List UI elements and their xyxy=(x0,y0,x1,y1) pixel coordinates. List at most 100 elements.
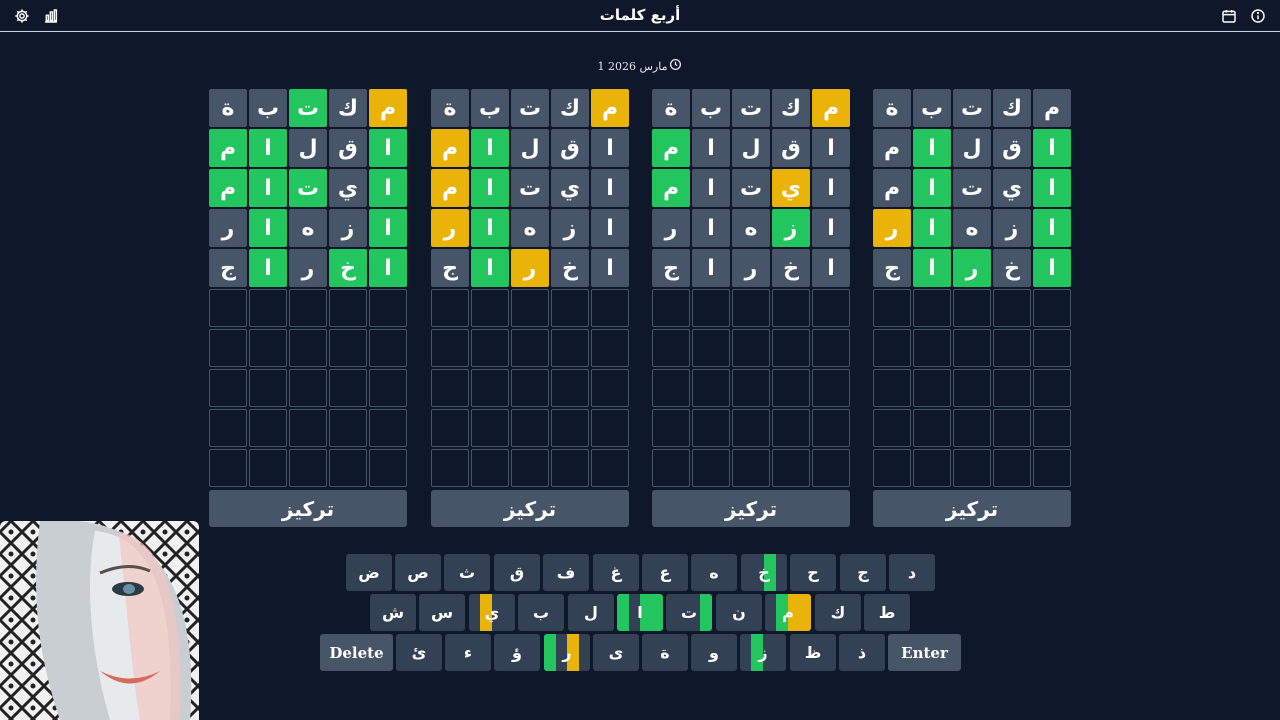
letter-key[interactable]: ط xyxy=(864,594,910,631)
letter-key[interactable]: ي xyxy=(469,594,515,631)
focus-button[interactable]: تركيز xyxy=(873,490,1071,527)
empty-tile xyxy=(913,409,951,447)
letter-key[interactable]: ع xyxy=(642,554,688,591)
guess-tile: ر xyxy=(431,209,469,247)
letter-key[interactable]: ز xyxy=(740,634,786,671)
guess-tile: ز xyxy=(993,209,1031,247)
letter-key[interactable]: ة xyxy=(642,634,688,671)
letter-key[interactable]: د xyxy=(889,554,935,591)
guess-tile: ل xyxy=(953,129,991,167)
guess-tile: م xyxy=(431,129,469,167)
guess-tile: ج xyxy=(209,249,247,287)
guess-tile: ر xyxy=(209,209,247,247)
focus-button[interactable]: تركيز xyxy=(431,490,629,527)
board-4: م ك ت ب ة ا ق ل ا م ا ي ت ا م ا ز ه ا ر ا خ ر ا ج تركيز xyxy=(873,89,1071,527)
empty-tile xyxy=(692,329,730,367)
key-label: ز xyxy=(758,643,768,662)
guess-tile: م xyxy=(652,129,690,167)
empty-tile xyxy=(431,409,469,447)
letter-key[interactable]: و xyxy=(691,634,737,671)
guess-tile: ه xyxy=(732,209,770,247)
letter-key[interactable]: ث xyxy=(444,554,490,591)
letter-key[interactable]: ح xyxy=(790,554,836,591)
letter-key[interactable]: ظ xyxy=(790,634,836,671)
letter-key[interactable]: ش xyxy=(370,594,416,631)
letter-key[interactable]: ت xyxy=(666,594,712,631)
guess-tile: ر xyxy=(873,209,911,247)
letter-key[interactable]: ف xyxy=(543,554,589,591)
letter-key[interactable]: خ xyxy=(741,554,787,591)
letter-key[interactable]: م xyxy=(765,594,811,631)
key-board-state-1 xyxy=(799,594,811,631)
guess-tile: ا xyxy=(471,129,509,167)
letter-key[interactable]: ا xyxy=(617,594,663,631)
empty-tile xyxy=(511,409,549,447)
board-3: م ك ت ب ة ا ق ل ا م ا ي ت ا م ا ز ه ا ر ا خ ر ا ج تركيز xyxy=(652,89,850,527)
empty-tile xyxy=(471,329,509,367)
info-icon[interactable] xyxy=(1250,8,1266,24)
letter-key[interactable]: ض xyxy=(346,554,392,591)
key-label: ر xyxy=(562,643,572,662)
guess-tile: ا xyxy=(913,129,951,167)
letter-key[interactable]: ر xyxy=(544,634,590,671)
guess-tile: ي xyxy=(551,169,589,207)
calendar-icon[interactable] xyxy=(1221,8,1237,24)
empty-tile xyxy=(913,329,951,367)
letter-key[interactable]: ن xyxy=(716,594,762,631)
letter-key[interactable]: ل xyxy=(568,594,614,631)
empty-tile xyxy=(1033,289,1071,327)
letter-key[interactable]: ك xyxy=(815,594,861,631)
key-board-state-4 xyxy=(544,634,556,671)
guess-tile: ا xyxy=(812,249,850,287)
guess-tile: م xyxy=(873,169,911,207)
key-label: ى xyxy=(608,643,624,662)
key-label: ل xyxy=(584,603,598,622)
enter-key[interactable]: Enter xyxy=(888,634,961,671)
letter-key[interactable]: ج xyxy=(840,554,886,591)
guess-tile: ا xyxy=(1033,209,1071,247)
empty-tile xyxy=(591,289,629,327)
empty-tile xyxy=(873,449,911,487)
empty-tile xyxy=(551,329,589,367)
empty-tile xyxy=(329,449,367,487)
guess-tile: ب xyxy=(692,89,730,127)
letter-key[interactable]: ؤ xyxy=(494,634,540,671)
letter-key[interactable]: ه xyxy=(691,554,737,591)
empty-tile xyxy=(369,369,407,407)
guess-tile: ة xyxy=(431,89,469,127)
guess-tile: ت xyxy=(511,89,549,127)
empty-tile xyxy=(209,369,247,407)
key-label: ب xyxy=(532,603,550,622)
letter-key[interactable]: ق xyxy=(494,554,540,591)
key-label: Enter xyxy=(901,643,948,662)
letter-key[interactable]: ب xyxy=(518,594,564,631)
letter-key[interactable]: ئ xyxy=(396,634,442,671)
guess-tile: م xyxy=(369,89,407,127)
guess-tile: ت xyxy=(289,169,327,207)
guess-tile: ا xyxy=(812,169,850,207)
letter-key[interactable]: ذ xyxy=(839,634,885,671)
guess-tile: ا xyxy=(913,209,951,247)
clock-icon xyxy=(669,58,682,74)
letter-key[interactable]: ص xyxy=(395,554,441,591)
key-board-state-1 xyxy=(651,594,663,631)
empty-tile xyxy=(551,369,589,407)
guess-tile: ت xyxy=(732,169,770,207)
letter-key[interactable]: س xyxy=(419,594,465,631)
letter-key[interactable]: ء xyxy=(445,634,491,671)
empty-tile xyxy=(209,289,247,327)
guess-tile: ل xyxy=(289,129,327,167)
focus-button[interactable]: تركيز xyxy=(209,490,407,527)
key-label: م xyxy=(782,603,794,622)
letter-key[interactable]: ى xyxy=(593,634,639,671)
guess-tile: ا xyxy=(249,169,287,207)
focus-button[interactable]: تركيز xyxy=(652,490,850,527)
guess-tile: ا xyxy=(591,129,629,167)
letter-key[interactable]: غ xyxy=(593,554,639,591)
empty-tile xyxy=(732,449,770,487)
empty-tile xyxy=(471,449,509,487)
delete-key[interactable]: Delete xyxy=(320,634,393,671)
guess-tile: ا xyxy=(369,249,407,287)
guess-tile: م xyxy=(812,89,850,127)
guess-tile: ز xyxy=(772,209,810,247)
